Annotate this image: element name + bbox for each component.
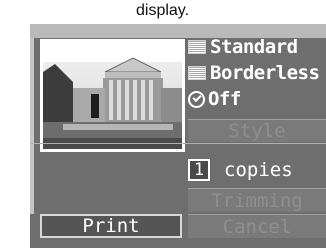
- print-button[interactable]: Print: [40, 214, 182, 238]
- copies-count[interactable]: 1: [188, 159, 210, 181]
- clock-icon: [188, 90, 205, 108]
- divider: [30, 143, 326, 144]
- paper-label: Standard: [210, 36, 298, 58]
- date-setting[interactable]: Off: [188, 88, 326, 110]
- date-label: Off: [208, 88, 241, 110]
- paper-setting[interactable]: Standard: [188, 36, 326, 58]
- print-settings-panel: Standard Borderless Off Style 1 copies T…: [30, 24, 326, 248]
- copies-row[interactable]: 1 copies: [188, 158, 326, 182]
- layout-setting[interactable]: Borderless: [188, 62, 326, 84]
- photo-image: [43, 42, 182, 149]
- cancel-button[interactable]: Cancel: [188, 214, 326, 238]
- copies-label: copies: [224, 159, 293, 181]
- trimming-button[interactable]: Trimming: [188, 188, 326, 212]
- layout-label: Borderless: [210, 62, 320, 84]
- header-fragment: display.: [136, 2, 190, 19]
- photo-thumbnail: [40, 39, 185, 152]
- borderless-icon: [188, 66, 206, 80]
- style-button[interactable]: Style: [188, 119, 326, 142]
- side-strip: [30, 38, 34, 214]
- paper-icon: [188, 40, 206, 54]
